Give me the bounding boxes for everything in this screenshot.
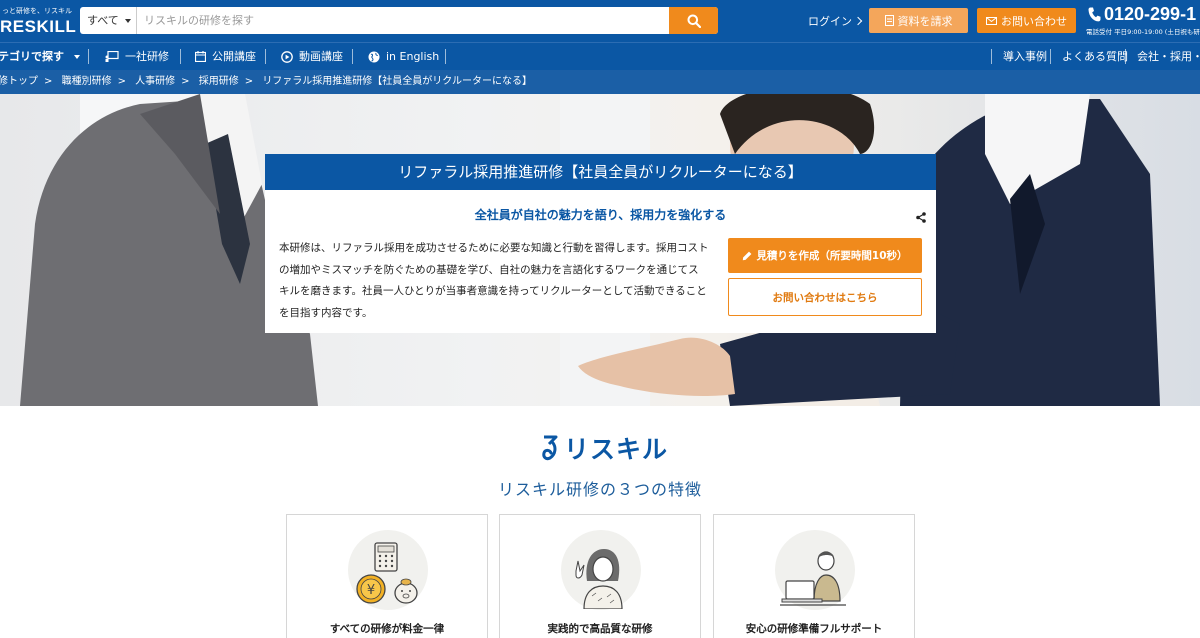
contact-button[interactable]: お問い合わせ <box>977 8 1076 33</box>
nav-divider <box>991 49 992 64</box>
nav-divider <box>1050 49 1051 64</box>
brand-logo: リスキル <box>540 432 670 464</box>
pencil-icon <box>743 251 752 260</box>
search-category-value: すべて <box>87 14 119 27</box>
calendar-icon <box>195 51 206 62</box>
nav-item-video-course[interactable]: 動画講座 <box>281 43 343 70</box>
svg-text:¥: ¥ <box>367 583 375 598</box>
feature-card[interactable]: 実践的で高品質な研修 <box>499 514 701 638</box>
nav-divider <box>88 49 89 64</box>
breadcrumb-item[interactable]: 採用研修 <box>199 76 239 87</box>
nav-item-label: in English <box>386 50 440 63</box>
phone-number: 0120-299-1 <box>1104 4 1197 24</box>
search-icon <box>687 14 701 28</box>
brand-name: リスキル <box>564 435 669 464</box>
chevron-down-icon <box>74 54 80 59</box>
logo-tagline: っと研修を、リスキル <box>2 7 72 15</box>
nav-item-company[interactable]: 会社・採用・IR <box>1137 43 1200 70</box>
create-quote-label: 見積りを作成（所要時間10秒） <box>756 250 908 262</box>
chevron-right-icon <box>853 16 863 26</box>
feature-label: 実践的で高品質な研修 <box>547 623 653 635</box>
share-icon <box>916 212 926 223</box>
nav-item-english[interactable]: in English <box>368 43 439 70</box>
feature-card[interactable]: 安心の研修準備フルサポート <box>713 514 915 638</box>
nav-category-label: テゴリで探す <box>0 50 64 63</box>
breadcrumb-item[interactable]: 人事研修 <box>135 76 175 87</box>
nav-item-case-studies[interactable]: 導入事例 <box>1003 43 1047 70</box>
create-quote-button[interactable]: 見積りを作成（所要時間10秒） <box>728 238 922 273</box>
nav-divider <box>352 49 353 64</box>
breadcrumb-separator: > <box>181 76 190 87</box>
presentation-icon <box>105 51 119 62</box>
support-staff-icon <box>780 551 846 606</box>
search-button[interactable] <box>669 7 718 34</box>
course-title: リファラル採用推進研修【社員全員がリクルーターになる】 <box>265 154 936 190</box>
nav-item-label: 一社研修 <box>125 50 169 63</box>
nav-item-label: 導入事例 <box>1003 50 1047 63</box>
request-docs-button[interactable]: 資料を請求 <box>869 8 968 33</box>
mail-icon <box>986 16 997 25</box>
feature-label: 安心の研修準備フルサポート <box>745 623 883 635</box>
play-circle-icon <box>281 50 293 63</box>
breadcrumb-separator: > <box>117 76 126 87</box>
search-category-select[interactable]: すべて <box>80 7 137 34</box>
nav-item-label: 会社・採用・IR <box>1137 50 1200 63</box>
logo[interactable]: っと研修を、リスキル RESKILL <box>0 4 76 38</box>
top-header: っと研修を、リスキル RESKILL すべて ログイン 資料を請求 お問い合わせ… <box>0 0 1200 42</box>
logo-name: RESKILL <box>0 17 77 36</box>
course-summary-card: 全社員が自社の魅力を語り、採用力を強化する 本研修は、リファラル採用を成功させる… <box>265 190 936 333</box>
document-icon <box>884 15 894 26</box>
inquiry-button[interactable]: お問い合わせはこちら <box>728 278 922 316</box>
chevron-down-icon <box>125 19 131 23</box>
login-link[interactable]: ログイン <box>808 13 863 29</box>
nav-divider <box>1125 49 1126 64</box>
search-input[interactable] <box>138 7 668 34</box>
feature-card[interactable]: ¥ すべての研修が料金一律 <box>286 514 488 638</box>
contact-label: お問い合わせ <box>1001 14 1067 28</box>
feature-label: すべての研修が料金一律 <box>329 623 445 635</box>
nav-divider <box>265 49 266 64</box>
breadcrumb-current: リファラル採用推進研修【社員全員がリクルーターになる】 <box>262 76 533 87</box>
search-bar: すべて <box>80 7 718 34</box>
nav-divider <box>445 49 446 64</box>
nav-item-label: 動画講座 <box>299 50 343 63</box>
nav-item-label: 公開講座 <box>212 50 256 63</box>
globe-icon <box>368 51 380 62</box>
instructor-icon <box>575 549 623 609</box>
login-label: ログイン <box>808 15 852 28</box>
breadcrumb-item[interactable]: 職種別研修 <box>62 76 112 87</box>
breadcrumb-separator: > <box>44 76 53 87</box>
request-docs-label: 資料を請求 <box>897 14 953 28</box>
breadcrumb-item[interactable]: 修トップ <box>0 76 38 87</box>
nav-item-label: よくある質問 <box>1062 50 1128 63</box>
nav-item-faq[interactable]: よくある質問 <box>1062 43 1128 70</box>
inquiry-label: お問い合わせはこちら <box>772 291 878 304</box>
nav-item-inhouse-training[interactable]: 一社研修 <box>105 43 169 70</box>
phone-hours: 電話受付 平日9:00-19:00 (土日祝も研 <box>1086 28 1200 36</box>
calculator-coins-icon: ¥ <box>356 542 418 604</box>
share-button[interactable] <box>916 208 926 227</box>
main-nav: テゴリで探す 一社研修 公開講座 動画講座 in English 導入事例 よく… <box>0 42 1200 70</box>
nav-divider <box>180 49 181 64</box>
phone-contact[interactable]: 0120-299-1 電話受付 平日9:00-19:00 (土日祝も研 <box>1086 4 1200 36</box>
course-subtitle: 全社員が自社の魅力を語り、採用力を強化する <box>474 208 727 222</box>
features-title: リスキル研修の３つの特徴 <box>497 480 702 499</box>
breadcrumb: 修トップ > 職種別研修 > 人事研修 > 採用研修 > リファラル採用推進研修【社員全… <box>0 70 1200 94</box>
reskill-mark-icon <box>542 435 558 461</box>
phone-icon <box>1088 7 1101 22</box>
nav-category-menu[interactable]: テゴリで探す <box>0 43 80 70</box>
course-description: 本研修は、リファラル採用を成功させるために必要な知識と行動を習得します。採用コス… <box>279 242 709 319</box>
breadcrumb-separator: > <box>244 76 254 87</box>
nav-item-public-course[interactable]: 公開講座 <box>195 43 256 70</box>
